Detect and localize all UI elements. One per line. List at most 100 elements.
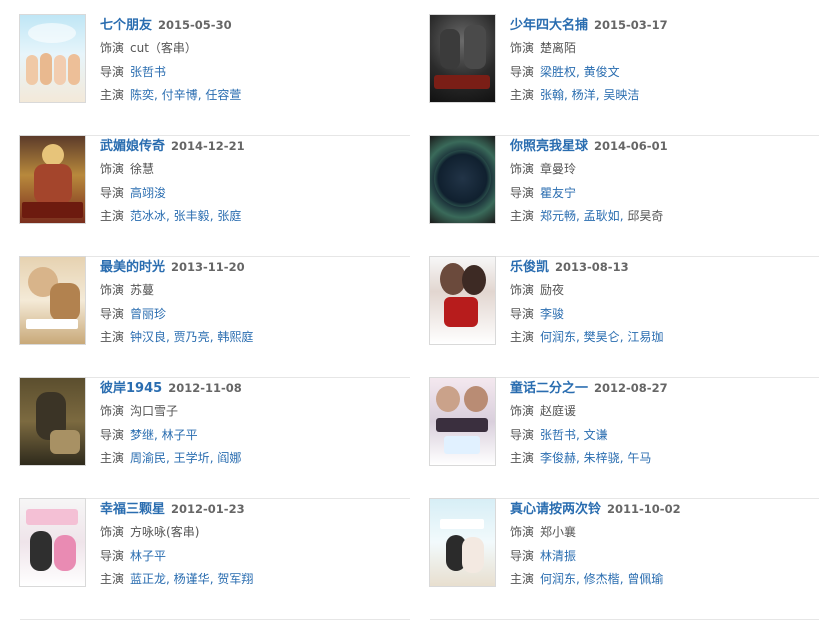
star-link[interactable]: 朱梓骁	[584, 451, 620, 465]
director-link[interactable]: 李骏	[540, 307, 564, 321]
starring-label: 主演	[100, 451, 125, 465]
starring-label: 主演	[510, 88, 535, 102]
star-link[interactable]: 张丰毅	[174, 209, 210, 223]
starring-label: 主演	[100, 209, 125, 223]
movie-title[interactable]: 童话二分之一	[510, 381, 588, 396]
star-link[interactable]: 蓝正龙	[130, 572, 166, 586]
director-link[interactable]: 瞿友宁	[540, 186, 576, 200]
director-label: 导演	[100, 427, 125, 442]
movie-grid: 七个朋友 2015-05-30 饰演 cut（客串） 导演 张哲书 主演 陈奕, 付辛博…	[0, 0, 819, 620]
star-link[interactable]: 王学圻	[174, 451, 210, 465]
star-link[interactable]: 阎娜	[217, 451, 241, 465]
movie-card: 武媚娘传奇 2014-12-21 饰演 徐慧 导演 高翊浚 主演 范冰冰, 张丰毅, 张…	[20, 136, 410, 257]
star-link[interactable]: 韩熙庭	[217, 330, 253, 344]
star-link[interactable]: 杨洋	[572, 88, 596, 102]
movie-title[interactable]: 少年四大名捕	[510, 18, 588, 33]
movie-card: 最美的时光 2013-11-20 饰演 苏蔓 导演 曾丽珍 主演 钟汉良, 贾乃亮, 韩…	[20, 257, 410, 378]
role-value: 郑小襄	[540, 525, 577, 539]
role-label: 饰演	[510, 162, 535, 176]
movie-poster[interactable]	[430, 136, 495, 223]
role-value: 沟口雪子	[130, 404, 179, 418]
movie-info: 武媚娘传奇 2014-12-21 饰演 徐慧 导演 高翊浚 主演 范冰冰, 张丰毅, 张…	[100, 139, 245, 223]
movie-info: 七个朋友 2015-05-30 饰演 cut（客串） 导演 张哲书 主演 陈奕, 付辛博…	[100, 18, 242, 102]
director-link[interactable]: 梁胜权	[540, 65, 576, 79]
movie-title[interactable]: 真心请按两次铃	[510, 502, 601, 517]
movie-poster[interactable]	[20, 257, 85, 344]
role-value: 赵庭谖	[540, 404, 577, 418]
movie-title[interactable]: 乐俊凯	[510, 260, 549, 275]
director-link[interactable]: 曾丽珍	[130, 307, 166, 321]
star-link[interactable]: 张庭	[217, 209, 241, 223]
star-link[interactable]: 杨谨华	[174, 572, 210, 586]
movie-card: 彼岸1945 2012-11-08 饰演 沟口雪子 导演 梦继, 林子平 主演 周渝民,…	[20, 378, 410, 499]
movie-info: 最美的时光 2013-11-20 饰演 苏蔓 导演 曾丽珍 主演 钟汉良, 贾乃亮, 韩…	[100, 260, 254, 344]
role-label: 饰演	[100, 525, 125, 539]
star-link[interactable]: 郑元畅	[540, 209, 576, 223]
movie-card: 童话二分之一 2012-08-27 饰演 赵庭谖 导演 张哲书, 文谦 主演 李俊赫, …	[430, 378, 819, 499]
star-link[interactable]: 任容萱	[205, 88, 241, 102]
role-value: 方咏咏(客串)	[130, 525, 200, 539]
director-link[interactable]: 林子平	[162, 428, 198, 442]
director-link[interactable]: 梦继	[130, 428, 154, 442]
release-date: 2012-11-08	[168, 381, 242, 395]
star-link[interactable]: 孟耿如	[584, 209, 620, 223]
movie-info: 幸福三颗星 2012-01-23 饰演 方咏咏(客串) 导演 林子平 主演 蓝正龙, 杨…	[100, 502, 254, 586]
director-link[interactable]: 文谦	[584, 428, 608, 442]
star-link[interactable]: 李俊赫	[540, 451, 576, 465]
role-label: 饰演	[100, 283, 125, 297]
release-date: 2013-11-20	[171, 260, 245, 274]
movie-title[interactable]: 彼岸1945	[100, 381, 162, 396]
star-link[interactable]: 何润东	[540, 572, 576, 586]
director-link[interactable]: 张哲书	[540, 428, 576, 442]
star-link[interactable]: 曾佩瑜	[627, 572, 663, 586]
star-link[interactable]: 张翰	[540, 88, 564, 102]
movie-title[interactable]: 武媚娘传奇	[100, 139, 165, 154]
star-link[interactable]: 周渝民	[130, 451, 166, 465]
release-date: 2014-12-21	[171, 139, 245, 153]
movie-info: 彼岸1945 2012-11-08 饰演 沟口雪子 导演 梦继, 林子平 主演 周渝民,…	[100, 381, 242, 465]
star-link[interactable]: 午马	[627, 451, 651, 465]
director-link[interactable]: 林清振	[540, 549, 576, 563]
movie-poster[interactable]	[430, 378, 495, 465]
star-link[interactable]: 钟汉良	[130, 330, 166, 344]
star-link[interactable]: 何润东	[540, 330, 576, 344]
star-link[interactable]: 江易珈	[627, 330, 663, 344]
movie-title[interactable]: 最美的时光	[100, 260, 165, 275]
director-label: 导演	[510, 185, 535, 200]
star-link[interactable]: 陈奕	[130, 88, 154, 102]
movie-poster[interactable]	[20, 136, 85, 223]
role-value: 徐慧	[130, 162, 155, 176]
star-link[interactable]: 贺军翔	[217, 572, 253, 586]
release-date: 2012-01-23	[171, 502, 245, 516]
movie-info: 童话二分之一 2012-08-27 饰演 赵庭谖 导演 张哲书, 文谦 主演 李俊赫, …	[510, 381, 668, 465]
release-date: 2015-03-17	[594, 18, 668, 32]
movie-poster[interactable]	[430, 257, 495, 344]
star-link[interactable]: 范冰冰	[130, 209, 166, 223]
director-label: 导演	[510, 306, 535, 321]
movie-title[interactable]: 幸福三颗星	[100, 502, 165, 517]
release-date: 2012-08-27	[594, 381, 668, 395]
movie-poster[interactable]	[20, 378, 85, 465]
star-link[interactable]: 贾乃亮	[174, 330, 210, 344]
movie-poster[interactable]	[430, 15, 495, 102]
movie-poster[interactable]	[20, 499, 85, 586]
role-value: cut（客串）	[130, 41, 197, 55]
star-link[interactable]: 樊昊仑	[584, 330, 620, 344]
star-link[interactable]: 付辛博	[162, 88, 198, 102]
movie-card: 七个朋友 2015-05-30 饰演 cut（客串） 导演 张哲书 主演 陈奕, 付辛博…	[20, 15, 410, 136]
starring-label: 主演	[100, 88, 125, 102]
movie-title[interactable]: 七个朋友	[100, 18, 152, 33]
movie-poster[interactable]	[430, 499, 495, 586]
starring-label: 主演	[510, 330, 535, 344]
director-link[interactable]: 高翊浚	[130, 186, 166, 200]
director-link[interactable]: 林子平	[130, 549, 166, 563]
starring-label: 主演	[510, 209, 535, 223]
release-date: 2013-08-13	[555, 260, 629, 274]
movie-title[interactable]: 你照亮我星球	[510, 139, 588, 154]
director-link[interactable]: 黄俊文	[584, 65, 620, 79]
movie-poster[interactable]	[20, 15, 85, 102]
director-link[interactable]: 张哲书	[130, 65, 166, 79]
star-link[interactable]: 吴映洁	[603, 88, 639, 102]
release-date: 2014-06-01	[594, 139, 668, 153]
star-link[interactable]: 修杰楷	[584, 572, 620, 586]
